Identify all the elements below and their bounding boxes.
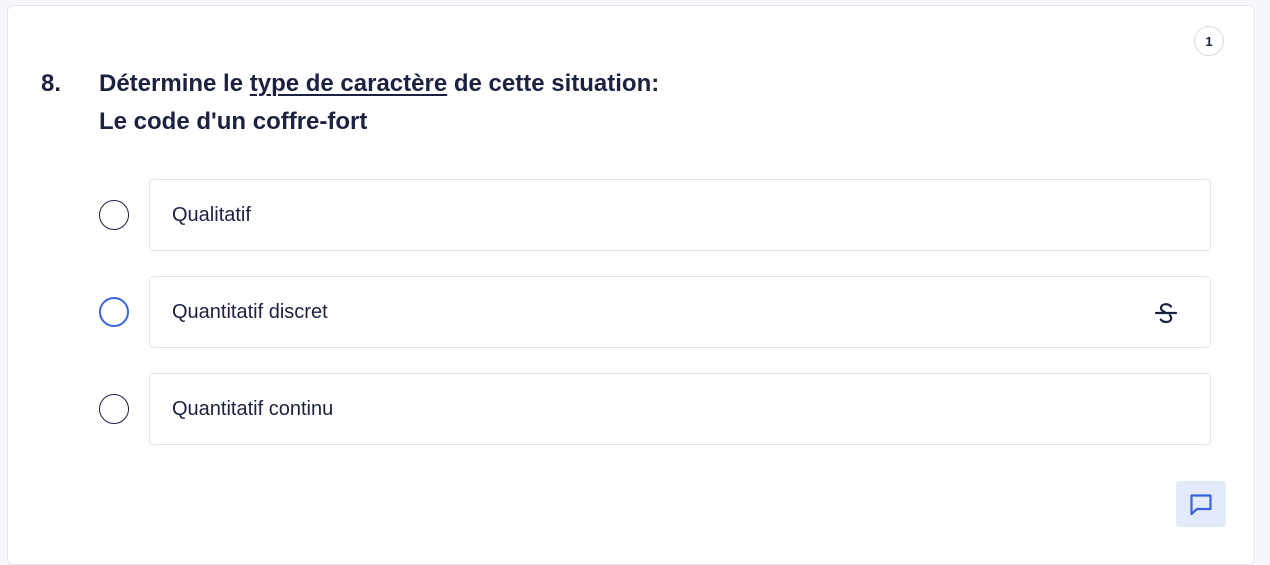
- question-prefix: Détermine le: [99, 70, 250, 97]
- option-box[interactable]: Quantitatif continu: [149, 373, 1211, 445]
- feedback-button[interactable]: [1176, 481, 1226, 527]
- answer-option-2: Quantitatif discret: [99, 276, 1211, 348]
- question-text: Détermine le type de caractère de cette …: [99, 65, 659, 141]
- answer-option-3: Quantitatif continu: [99, 373, 1211, 445]
- comment-icon: [1190, 494, 1212, 516]
- option-box[interactable]: Quantitatif discret: [149, 276, 1211, 348]
- option-label: Quantitatif continu: [172, 398, 334, 420]
- radio-button[interactable]: [99, 297, 129, 327]
- option-label: Quantitatif discret: [172, 301, 328, 323]
- question-emphasis: type de caractère: [249, 70, 448, 97]
- radio-button[interactable]: [99, 394, 129, 424]
- points-badge: 1: [1194, 26, 1224, 56]
- option-box[interactable]: Qualitatif: [149, 179, 1211, 251]
- question-number: 8.: [41, 70, 62, 97]
- question-suffix: de cette situation:: [447, 70, 660, 97]
- radio-button[interactable]: [99, 200, 129, 230]
- question-situation: Le code d'un coffre-fort: [99, 108, 368, 135]
- answer-option-1: Qualitatif: [99, 179, 1211, 251]
- option-label: Qualitatif: [172, 204, 251, 226]
- question-prompt-line: Détermine le type de caractère de cette …: [99, 65, 659, 103]
- strikethrough-icon[interactable]: [1152, 299, 1180, 327]
